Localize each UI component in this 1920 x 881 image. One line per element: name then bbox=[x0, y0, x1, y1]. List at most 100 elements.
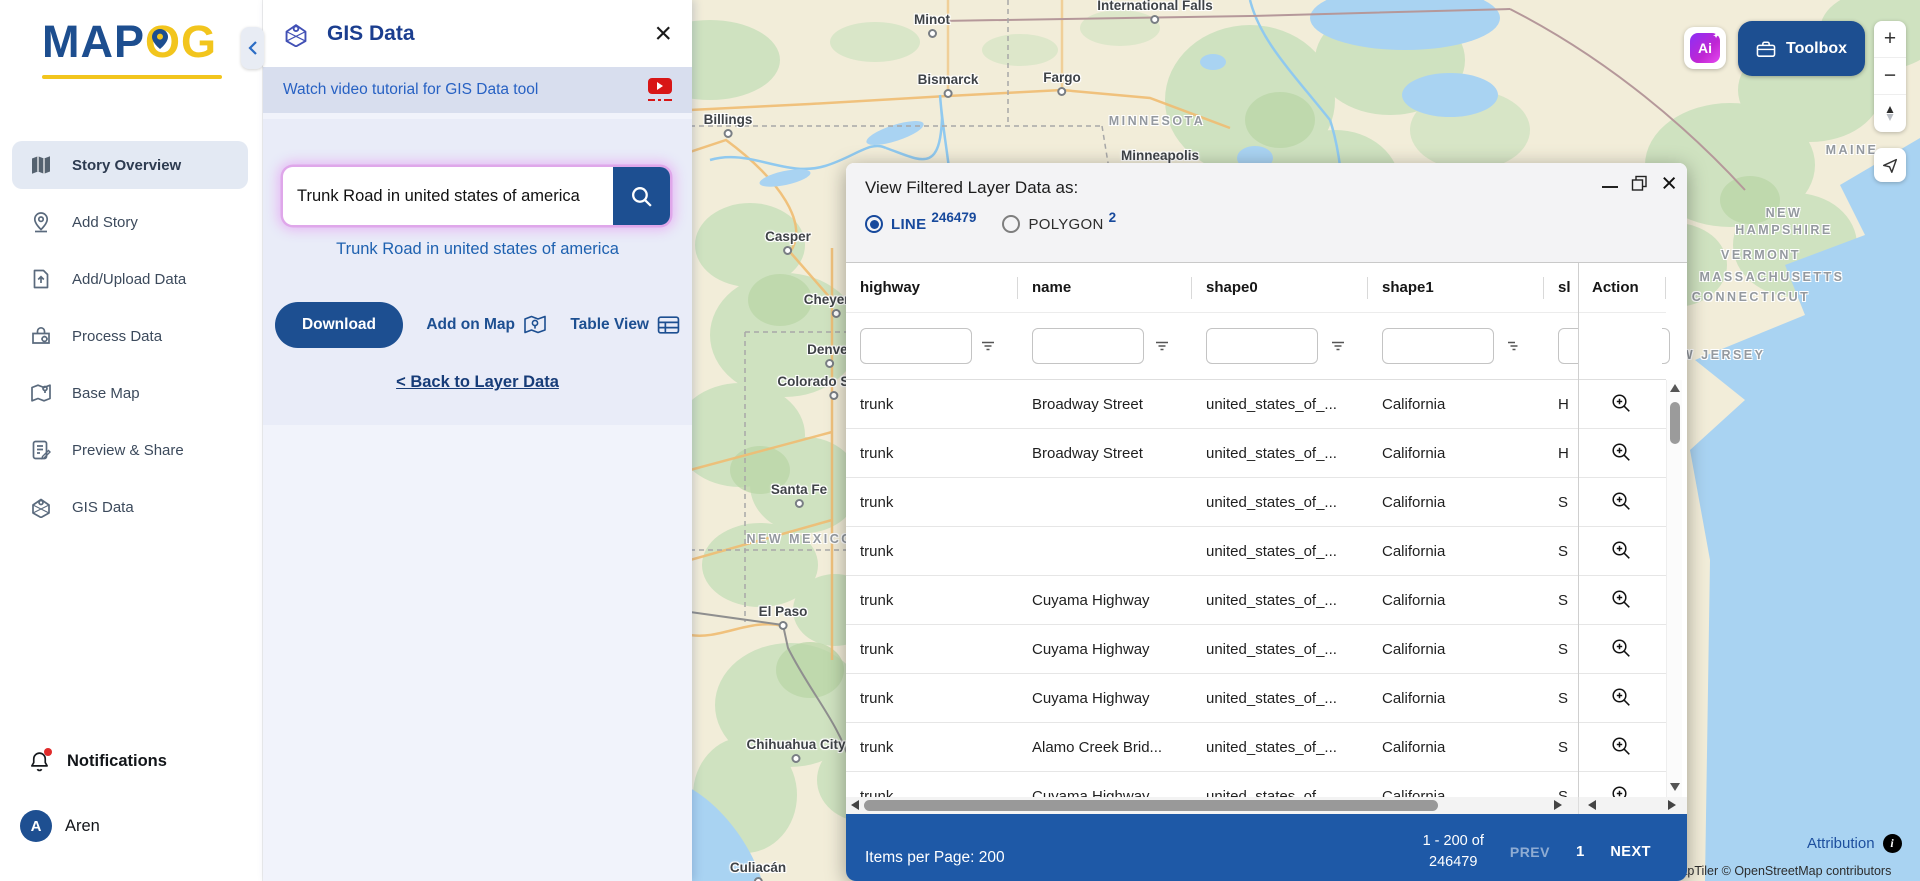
filter-icon[interactable] bbox=[1154, 338, 1170, 354]
restore-icon[interactable] bbox=[1631, 175, 1648, 192]
filter-input-name[interactable] bbox=[1032, 328, 1144, 364]
zoom-to-feature-button[interactable] bbox=[1608, 782, 1634, 798]
compass-button[interactable] bbox=[1874, 95, 1906, 132]
logo-pin-icon bbox=[152, 29, 168, 49]
notifications-button[interactable]: Notifications bbox=[28, 750, 167, 773]
zoom-in-button[interactable]: + bbox=[1874, 21, 1906, 58]
search-input[interactable] bbox=[283, 167, 613, 225]
map-city-label: International Falls bbox=[1097, 0, 1213, 24]
panel-header: GIS Data × bbox=[263, 0, 692, 67]
toolbox-button[interactable]: Toolbox bbox=[1738, 21, 1865, 76]
zoom-to-feature-button[interactable] bbox=[1608, 390, 1634, 419]
zoom-to-feature-button[interactable] bbox=[1608, 537, 1634, 566]
filter-input-shape0[interactable] bbox=[1206, 328, 1318, 364]
polygon-radio[interactable] bbox=[1002, 215, 1020, 233]
sidebar-item-preview-share[interactable]: Preview & Share bbox=[12, 426, 248, 474]
table-view-button[interactable]: Table View bbox=[570, 315, 680, 335]
close-icon[interactable]: × bbox=[1661, 173, 1677, 193]
column-header-action: Action bbox=[1579, 263, 1662, 313]
chevron-left-icon bbox=[247, 40, 258, 56]
items-per-page[interactable]: Items per Page: 200 bbox=[865, 849, 1005, 867]
sidebar-item-add-story[interactable]: Add Story bbox=[12, 198, 248, 246]
scroll-left-arrow[interactable] bbox=[851, 800, 859, 810]
user-menu[interactable]: A Aren bbox=[20, 810, 100, 842]
user-name: Aren bbox=[65, 817, 100, 836]
zoom-to-feature-button[interactable] bbox=[1608, 488, 1634, 517]
sidebar: MAP OG Story Overview bbox=[0, 0, 263, 881]
column-header-name[interactable]: name bbox=[1018, 263, 1192, 312]
map-state-label: NEW MEXICO bbox=[747, 532, 854, 546]
zoom-out-button[interactable]: − bbox=[1874, 58, 1906, 95]
search-icon bbox=[629, 184, 654, 209]
story-overview-icon bbox=[30, 154, 52, 176]
zoom-to-feature-button[interactable] bbox=[1608, 635, 1634, 664]
scroll-up-arrow[interactable] bbox=[1670, 384, 1680, 392]
filter-icon[interactable] bbox=[1330, 338, 1346, 354]
city-dot bbox=[784, 246, 793, 255]
locate-button[interactable] bbox=[1874, 148, 1906, 182]
window-controls: × bbox=[1602, 173, 1677, 193]
sidebar-item-process-data[interactable]: Process Data bbox=[12, 312, 248, 360]
add-story-icon bbox=[30, 211, 52, 233]
column-header-shape0[interactable]: shape0 bbox=[1192, 263, 1368, 312]
search-suggestion[interactable]: Trunk Road in united states of america bbox=[263, 240, 692, 259]
scrollbar-divider bbox=[1578, 797, 1579, 814]
pagination: 1 - 200 of 246479 PREV 1 NEXT bbox=[1423, 831, 1651, 873]
filter-icon[interactable] bbox=[1506, 338, 1522, 354]
city-dot bbox=[943, 89, 952, 98]
panel-collapse-button[interactable] bbox=[241, 27, 264, 69]
modal-footer: Items per Page: 200 1 - 200 of 246479 PR… bbox=[846, 814, 1687, 881]
horizontal-scrollbar bbox=[846, 797, 1687, 814]
search-button[interactable] bbox=[613, 167, 670, 225]
line-count: 246479 bbox=[931, 210, 976, 225]
sidebar-item-base-map[interactable]: Base Map bbox=[12, 369, 248, 417]
map-state-label: NEW HAMPSHIRE bbox=[1724, 205, 1844, 239]
sidebar-item-gis-data[interactable]: GIS Data bbox=[12, 483, 248, 531]
search-section: Trunk Road in united states of america D… bbox=[263, 119, 692, 425]
scroll-right-arrow[interactable] bbox=[1554, 800, 1562, 810]
minimize-icon[interactable] bbox=[1602, 186, 1618, 188]
horizontal-scroll-thumb[interactable] bbox=[864, 800, 1438, 811]
tiles-copyright: MapTiler © OpenStreetMap contributors bbox=[1670, 864, 1891, 878]
sidebar-item-story-overview[interactable]: Story Overview bbox=[12, 141, 248, 189]
filter-icon[interactable] bbox=[980, 338, 996, 354]
zoom-to-feature-button[interactable] bbox=[1608, 733, 1634, 762]
table-body: trunkBroadway Streetunited_states_of_...… bbox=[846, 380, 1666, 797]
zoom-to-feature-button[interactable] bbox=[1608, 684, 1634, 713]
add-on-map-button[interactable]: Add on Map bbox=[426, 314, 547, 336]
upload-file-icon bbox=[30, 268, 52, 290]
table-row: trunkCuyama Highwayunited_states_of_...C… bbox=[846, 772, 1666, 797]
city-dot bbox=[832, 309, 841, 318]
zoom-in-magnifier-icon bbox=[1610, 490, 1632, 512]
table-row: trunkCuyama Highwayunited_states_of_...C… bbox=[846, 674, 1666, 723]
logo-og-text: OG bbox=[145, 16, 217, 68]
scroll-down-arrow[interactable] bbox=[1670, 783, 1680, 791]
table-row: trunkunited_states_of_...CaliforniaS bbox=[846, 478, 1666, 527]
column-header-shape1[interactable]: shape1 bbox=[1368, 263, 1544, 312]
sidebar-item-add-upload-data[interactable]: Add/Upload Data bbox=[12, 255, 248, 303]
attribution-link[interactable]: Attribution bbox=[1807, 835, 1875, 852]
scroll-right-arrow[interactable] bbox=[1668, 800, 1676, 810]
city-dot bbox=[779, 621, 788, 630]
column-header-highway[interactable]: highway bbox=[846, 263, 1018, 312]
filter-input-shape1[interactable] bbox=[1382, 328, 1494, 364]
video-tutorial-banner[interactable]: Watch video tutorial for GIS Data tool bbox=[263, 67, 692, 113]
panel-close-icon[interactable]: × bbox=[654, 19, 672, 49]
info-icon[interactable]: i bbox=[1883, 834, 1902, 853]
zoom-to-feature-button[interactable] bbox=[1608, 439, 1634, 468]
ai-assistant-button[interactable]: Ai bbox=[1684, 27, 1726, 69]
filter-input-highway[interactable] bbox=[860, 328, 972, 364]
logo-underline bbox=[42, 75, 222, 79]
preview-share-icon bbox=[30, 439, 52, 461]
scroll-left-arrow[interactable] bbox=[1588, 800, 1596, 810]
line-radio[interactable] bbox=[865, 215, 883, 233]
map-city-label: Minot bbox=[914, 12, 950, 38]
gis-data-icon bbox=[30, 496, 52, 518]
prev-page-button[interactable]: PREV bbox=[1510, 844, 1550, 860]
map-city-label: Culiacán bbox=[730, 860, 786, 881]
current-page[interactable]: 1 bbox=[1576, 843, 1584, 860]
vertical-scroll-thumb[interactable] bbox=[1670, 402, 1680, 444]
zoom-to-feature-button[interactable] bbox=[1608, 586, 1634, 615]
next-page-button[interactable]: NEXT bbox=[1610, 844, 1651, 860]
download-button[interactable]: Download bbox=[275, 302, 403, 348]
